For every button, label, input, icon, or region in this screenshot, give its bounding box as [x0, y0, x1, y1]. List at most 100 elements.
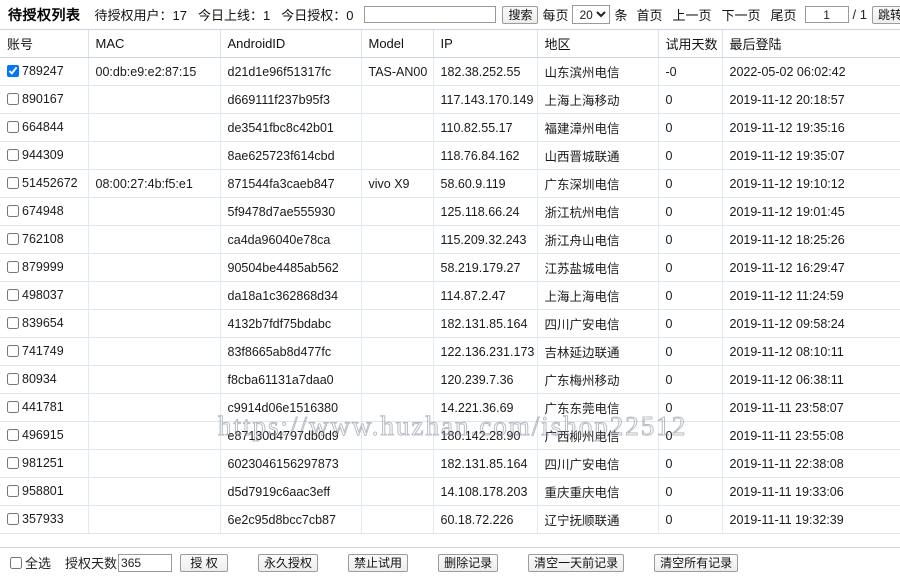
row-select-wrap[interactable]: 51452672 — [7, 176, 78, 190]
bottom-toolbar: 全选 授权天数 授 权 永久授权 禁止试用 删除记录 清空一天前记录 清空所有记… — [0, 547, 900, 577]
grant-button[interactable]: 授 权 — [180, 553, 229, 572]
row-select-checkbox[interactable] — [7, 512, 19, 525]
search-input[interactable] — [364, 6, 497, 23]
table-row[interactable]: 981251 6023046156297873 182.131.85.164 四川广安… — [0, 449, 900, 478]
column-header-account[interactable]: 账号 — [0, 30, 89, 58]
row-select-checkbox[interactable] — [7, 344, 19, 357]
cell-last-login: 2019-11-11 22:38:08 — [722, 449, 900, 478]
row-select-wrap[interactable]: 762108 — [7, 232, 64, 246]
table-row[interactable]: 664844 de3541fbc8c42b01 110.82.55.17 福建漳州电信… — [0, 113, 900, 142]
row-select-wrap[interactable]: 357933 — [7, 512, 64, 526]
table-row[interactable]: 80934 f8cba61131a7daa0 120.239.7.36 广东梅州移动 0… — [0, 365, 900, 394]
row-select-wrap[interactable]: 80934 — [7, 372, 57, 386]
table-row[interactable]: 51452672 08:00:27:4b:f5:e1 871544fa3caeb84… — [0, 169, 900, 198]
table-row[interactable]: 762108 ca4da96040e78ca 115.209.32.243 浙江舟山电… — [0, 225, 900, 254]
per-page-select[interactable]: 20 — [572, 5, 611, 24]
ban-trial-button[interactable]: 禁止试用 — [348, 553, 409, 572]
cell-region: 上海上海移动 — [537, 85, 659, 114]
row-select-checkbox[interactable] — [7, 484, 19, 497]
cell-account: 879999 — [0, 253, 89, 282]
row-select-wrap[interactable]: 674948 — [7, 204, 64, 218]
row-select-wrap[interactable]: 441781 — [7, 400, 64, 414]
row-select-checkbox[interactable] — [7, 316, 19, 329]
cell-trial-days: 0 — [658, 169, 723, 198]
cell-last-login: 2019-11-12 19:35:07 — [722, 141, 900, 170]
row-select-wrap[interactable]: 498037 — [7, 288, 64, 302]
row-select-checkbox[interactable] — [7, 428, 19, 441]
cell-region: 浙江杭州电信 — [537, 197, 659, 226]
cell-mac — [88, 225, 221, 254]
row-select-checkbox[interactable] — [7, 372, 19, 385]
row-select-wrap[interactable]: 789247 — [7, 64, 64, 78]
cell-region: 辽宁抚顺联通 — [537, 505, 659, 534]
row-select-checkbox[interactable] — [7, 260, 19, 273]
first-page-link[interactable]: 首页 — [636, 5, 662, 24]
prev-page-link[interactable]: 上一页 — [673, 5, 712, 24]
table-row[interactable]: 890167 d669111f237b95f3 117.143.170.149 上海上… — [0, 85, 900, 114]
row-select-wrap[interactable]: 890167 — [7, 92, 64, 106]
row-select-checkbox[interactable] — [7, 288, 19, 301]
row-select-checkbox[interactable] — [7, 120, 19, 133]
row-select-wrap[interactable]: 944309 — [7, 148, 64, 162]
table-row[interactable]: 674948 5f9478d7ae555930 125.118.66.24 浙江杭州电… — [0, 197, 900, 226]
row-select-checkbox[interactable] — [7, 92, 19, 105]
page-number-input[interactable] — [804, 6, 849, 23]
select-all-checkbox[interactable] — [10, 556, 22, 569]
row-select-wrap[interactable]: 879999 — [7, 260, 64, 274]
column-header-mac[interactable]: MAC — [88, 30, 221, 58]
grant-days-input[interactable] — [118, 553, 173, 572]
cell-ip: 182.131.85.164 — [433, 309, 538, 338]
table-row[interactable]: 496915 e87130d4797db0d9 180.142.28.90 广西柳州电… — [0, 421, 900, 450]
cell-androidid: d669111f237b95f3 — [220, 85, 362, 114]
table-row[interactable]: 789247 00:db:e9:e2:87:15 d21d1e96f51317fc T… — [0, 57, 900, 86]
column-header-model[interactable]: Model — [361, 30, 434, 58]
row-select-checkbox[interactable] — [7, 176, 19, 189]
table-row[interactable]: 741749 83f8665ab8d477fc 122.136.231.173 吉林延… — [0, 337, 900, 366]
table-row[interactable]: 958801 d5d7919c6aac3eff 14.108.178.203 重庆重庆… — [0, 477, 900, 506]
search-button[interactable]: 搜索 — [502, 5, 539, 24]
cell-androidid: 4132b7fdf75bdabc — [220, 309, 362, 338]
row-select-checkbox[interactable] — [7, 400, 19, 413]
cell-ip: 110.82.55.17 — [433, 113, 538, 142]
table-row[interactable]: 441781 c9914d06e1516380 14.221.36.69 广东东莞电信… — [0, 393, 900, 422]
clear-day-old-records-button[interactable]: 清空一天前记录 — [528, 553, 625, 572]
table-row[interactable]: 357933 6e2c95d8bcc7cb87 60.18.72.226 辽宁抚顺联通… — [0, 505, 900, 534]
cell-trial-days: 0 — [658, 421, 723, 450]
row-select-wrap[interactable]: 839654 — [7, 316, 64, 330]
next-page-link[interactable]: 下一页 — [722, 5, 761, 24]
cell-mac — [88, 505, 221, 534]
column-header-trial-days[interactable]: 试用天数 — [658, 30, 723, 58]
select-all-checkbox-wrap[interactable]: 全选 — [10, 553, 51, 572]
delete-record-button[interactable]: 删除记录 — [438, 553, 499, 572]
row-select-wrap[interactable]: 981251 — [7, 456, 64, 470]
row-select-checkbox[interactable] — [7, 64, 19, 77]
cell-account: 441781 — [0, 393, 89, 422]
pending-authorization-table: 账号 MAC AndroidID Model IP 地区 试用天数 最后登陆 7… — [0, 30, 900, 534]
cell-trial-days: 0 — [658, 113, 723, 142]
row-select-checkbox[interactable] — [7, 232, 19, 245]
column-header-ip[interactable]: IP — [433, 30, 538, 58]
cell-trial-days: 0 — [658, 365, 723, 394]
cell-region: 山东滨州电信 — [537, 57, 659, 86]
table-row[interactable]: 839654 4132b7fdf75bdabc 182.131.85.164 四川广安… — [0, 309, 900, 338]
jump-button[interactable]: 跳转 — [872, 5, 900, 24]
row-select-wrap[interactable]: 664844 — [7, 120, 64, 134]
table-row[interactable]: 879999 90504be4485ab562 58.219.179.27 江苏盐城电… — [0, 253, 900, 282]
cell-model — [361, 225, 434, 254]
column-header-region[interactable]: 地区 — [537, 30, 659, 58]
row-select-wrap[interactable]: 496915 — [7, 428, 64, 442]
clear-all-records-button[interactable]: 清空所有记录 — [654, 553, 739, 572]
permanent-grant-button[interactable]: 永久授权 — [258, 553, 319, 572]
cell-ip: 60.18.72.226 — [433, 505, 538, 534]
row-select-wrap[interactable]: 958801 — [7, 484, 64, 498]
last-page-link[interactable]: 尾页 — [771, 5, 797, 24]
table-row[interactable]: 944309 8ae625723f614cbd 118.76.84.162 山西晋城联… — [0, 141, 900, 170]
column-header-androidid[interactable]: AndroidID — [220, 30, 362, 58]
account-value: 839654 — [22, 315, 64, 330]
column-header-last-login[interactable]: 最后登陆 — [722, 30, 900, 58]
table-row[interactable]: 498037 da18a1c362868d34 114.87.2.47 上海上海电信 0… — [0, 281, 900, 310]
row-select-checkbox[interactable] — [7, 456, 19, 469]
row-select-checkbox[interactable] — [7, 204, 19, 217]
row-select-checkbox[interactable] — [7, 148, 19, 161]
row-select-wrap[interactable]: 741749 — [7, 344, 64, 358]
